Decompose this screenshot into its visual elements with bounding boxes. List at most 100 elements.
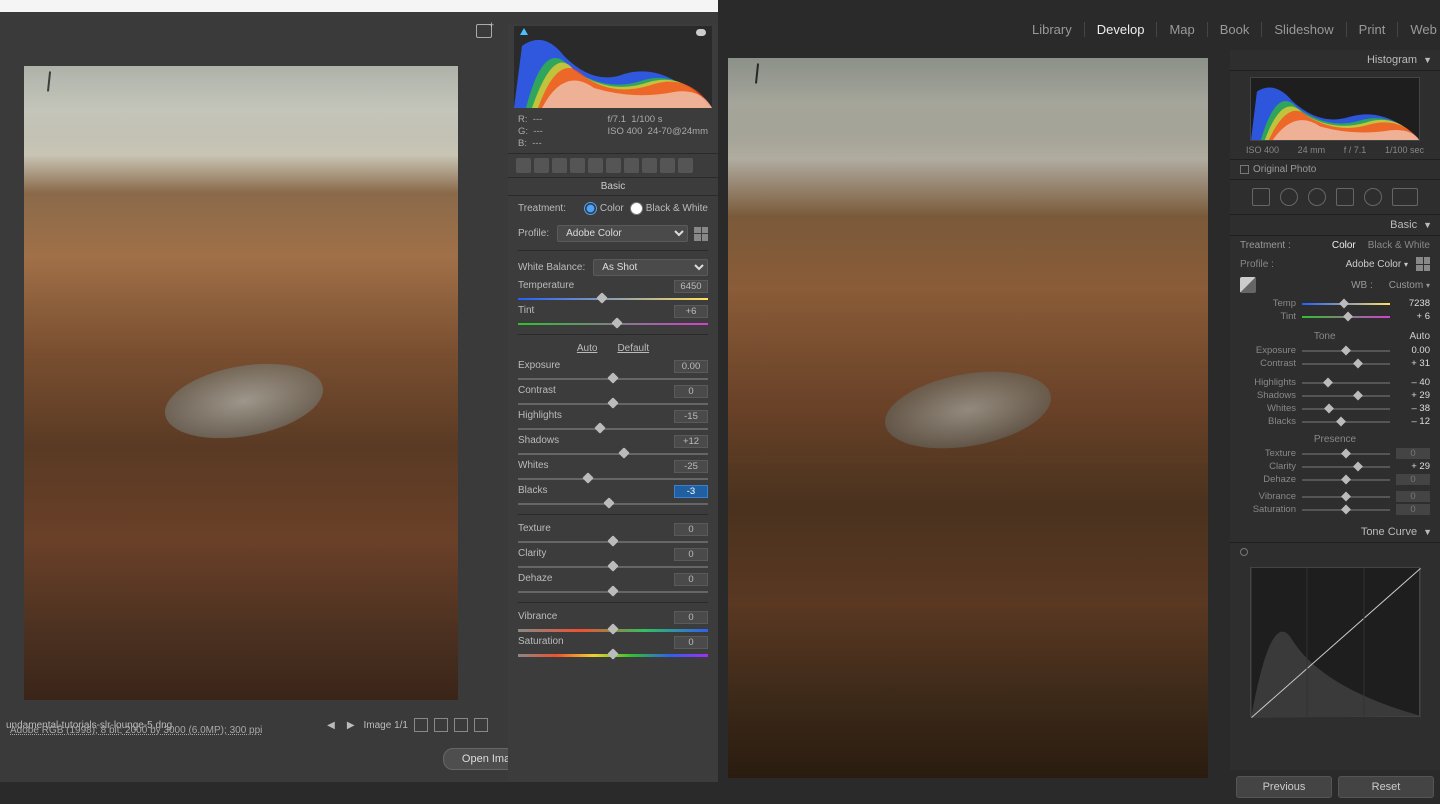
nav-web[interactable]: Web — [1398, 22, 1440, 37]
spot-tool-icon[interactable] — [1280, 188, 1298, 206]
lr-whites-slider[interactable]: Whites– 38 — [1230, 402, 1440, 415]
curve-tab-icon[interactable] — [534, 158, 549, 173]
lr-treatment-color[interactable]: Color — [1320, 240, 1356, 251]
profile-browser-icon[interactable] — [694, 227, 708, 241]
nav-print[interactable]: Print — [1347, 22, 1399, 37]
acr-texture-slider[interactable]: Texture0 — [508, 521, 718, 546]
reset-button[interactable]: Reset — [1338, 776, 1434, 798]
brush-tool-icon[interactable] — [1392, 188, 1418, 206]
nav-slideshow[interactable]: Slideshow — [1262, 22, 1346, 37]
lr-exposure-slider[interactable]: Exposure0.00 — [1230, 344, 1440, 357]
acr-saturation-slider[interactable]: Saturation0 — [508, 634, 718, 659]
nav-map[interactable]: Map — [1157, 22, 1207, 37]
wb-select[interactable]: As Shot — [593, 259, 708, 276]
lr-tool-strip — [1230, 179, 1440, 215]
lr-treatment-label: Treatment : — [1240, 240, 1291, 251]
lr-treatment-bw[interactable]: Black & White — [1356, 240, 1430, 251]
image-counter: Image 1/1 — [364, 720, 408, 731]
lr-shadows-slider[interactable]: Shadows+ 29 — [1230, 389, 1440, 402]
settings-menu-icon[interactable] — [474, 718, 488, 732]
acr-exif-readout: R: --- G: --- B: --- f/7.1 1/100 s ISO 4… — [508, 112, 718, 153]
presets-tab-icon[interactable] — [660, 158, 675, 173]
basic-tab-icon[interactable] — [516, 158, 531, 173]
lr-tint-slider[interactable]: Tint+ 6 — [1230, 310, 1440, 323]
radial-tool-icon[interactable] — [1364, 188, 1382, 206]
lr-highlights-slider[interactable]: Highlights– 40 — [1230, 376, 1440, 389]
default-link[interactable]: Default — [617, 343, 649, 354]
acr-dehaze-slider[interactable]: Dehaze0 — [508, 571, 718, 596]
acr-settings-panel: R: --- G: --- B: --- f/7.1 1/100 s ISO 4… — [508, 24, 718, 782]
zoom-icon[interactable] — [434, 718, 448, 732]
compare-icon[interactable] — [414, 718, 428, 732]
lr-contrast-slider[interactable]: Contrast+ 31 — [1230, 357, 1440, 370]
workflow-options-link[interactable]: Adobe RGB (1998); 8 bit; 2000 by 3000 (6… — [10, 725, 262, 736]
lr-wb-value[interactable]: Custom ▾ — [1389, 280, 1430, 291]
acr-histogram[interactable] — [514, 26, 712, 108]
acr-contrast-slider[interactable]: Contrast0 — [508, 383, 718, 408]
profile-label: Profile: — [518, 228, 549, 239]
nav-book[interactable]: Book — [1208, 22, 1263, 37]
acr-whites-slider[interactable]: Whites-25 — [508, 458, 718, 483]
lr-histogram[interactable] — [1250, 77, 1420, 141]
crop-tool-icon[interactable] — [1252, 188, 1270, 206]
lr-blacks-slider[interactable]: Blacks– 12 — [1230, 415, 1440, 428]
lr-profile-value[interactable]: Adobe Color ▾ — [1346, 259, 1408, 270]
auto-tone-button[interactable]: Auto — [1409, 331, 1430, 342]
nav-library[interactable]: Library — [1020, 22, 1085, 37]
acr-blacks-slider[interactable]: Blacks-3 — [508, 483, 718, 508]
tone-subheader: Tone — [1314, 331, 1336, 342]
wb-eyedropper-icon[interactable] — [1240, 277, 1256, 293]
presence-subheader: Presence — [1230, 428, 1440, 447]
acr-highlights-slider[interactable]: Highlights-15 — [508, 408, 718, 433]
tone-curve-section-header[interactable]: Tone Curve▼ — [1230, 522, 1440, 543]
lr-temp-slider[interactable]: Temp7238 — [1230, 297, 1440, 310]
nav-develop[interactable]: Develop — [1085, 22, 1158, 37]
acr-vibrance-slider[interactable]: Vibrance0 — [508, 609, 718, 634]
camera-raw-dialog: undamental-tutorials-slr-lounge-5.dng ◀ … — [0, 12, 718, 782]
treatment-label: Treatment: — [518, 203, 566, 214]
profile-select[interactable]: Adobe Color — [557, 225, 688, 242]
acr-panel-title: Basic — [508, 178, 718, 196]
hsl-tab-icon[interactable] — [570, 158, 585, 173]
tone-curve-graph[interactable] — [1250, 567, 1420, 717]
acr-image-preview[interactable] — [24, 66, 458, 700]
redeye-tool-icon[interactable] — [1308, 188, 1326, 206]
acr-shadows-slider[interactable]: Shadows+12 — [508, 433, 718, 458]
acr-temperature-slider[interactable]: Temperature6450 — [508, 278, 718, 303]
lr-wb-label: WB : — [1351, 280, 1373, 291]
point-curve-icon[interactable] — [1240, 548, 1248, 556]
lr-vibrance-slider[interactable]: Vibrance0 — [1230, 490, 1440, 503]
lr-profile-browser-icon[interactable] — [1416, 257, 1430, 271]
lr-saturation-slider[interactable]: Saturation0 — [1230, 503, 1440, 516]
auto-link[interactable]: Auto — [577, 343, 598, 354]
snapshots-tab-icon[interactable] — [678, 158, 693, 173]
acr-tint-slider[interactable]: Tint+6 — [508, 303, 718, 328]
next-image-arrow[interactable]: ▶ — [344, 720, 358, 731]
basic-section-header[interactable]: Basic▼ — [1230, 215, 1440, 236]
lr-module-nav: LibraryDevelopMapBookSlideshowPrintWeb — [1020, 22, 1440, 37]
gradient-tool-icon[interactable] — [1336, 188, 1354, 206]
acr-clarity-slider[interactable]: Clarity0 — [508, 546, 718, 571]
split-tab-icon[interactable] — [588, 158, 603, 173]
acr-exposure-slider[interactable]: Exposure0.00 — [508, 358, 718, 383]
detail-tab-icon[interactable] — [552, 158, 567, 173]
lr-texture-slider[interactable]: Texture0 — [1230, 447, 1440, 460]
fx-tab-icon[interactable] — [624, 158, 639, 173]
grid-view-icon[interactable] — [454, 718, 468, 732]
lr-exif-readout: ISO 400 24 mm f / 7.1 1/100 sec — [1230, 143, 1440, 159]
prev-image-arrow[interactable]: ◀ — [324, 720, 338, 731]
lr-profile-label: Profile : — [1240, 259, 1274, 270]
lens-tab-icon[interactable] — [606, 158, 621, 173]
lr-image-preview[interactable] — [728, 58, 1208, 778]
treatment-color-radio[interactable]: Color — [584, 202, 624, 215]
calib-tab-icon[interactable] — [642, 158, 657, 173]
previous-button[interactable]: Previous — [1236, 776, 1332, 798]
histogram-section-header[interactable]: Histogram▼ — [1230, 50, 1440, 71]
lr-clarity-slider[interactable]: Clarity+ 29 — [1230, 460, 1440, 473]
original-photo-toggle[interactable]: Original Photo — [1230, 159, 1440, 179]
wb-label: White Balance: — [518, 262, 585, 273]
acr-tool-tabs — [508, 153, 718, 178]
treatment-bw-radio[interactable]: Black & White — [630, 202, 708, 215]
lr-dehaze-slider[interactable]: Dehaze0 — [1230, 473, 1440, 486]
lr-develop-panel: Histogram▼ ISO 400 24 mm f / 7.1 1/100 s… — [1230, 50, 1440, 804]
